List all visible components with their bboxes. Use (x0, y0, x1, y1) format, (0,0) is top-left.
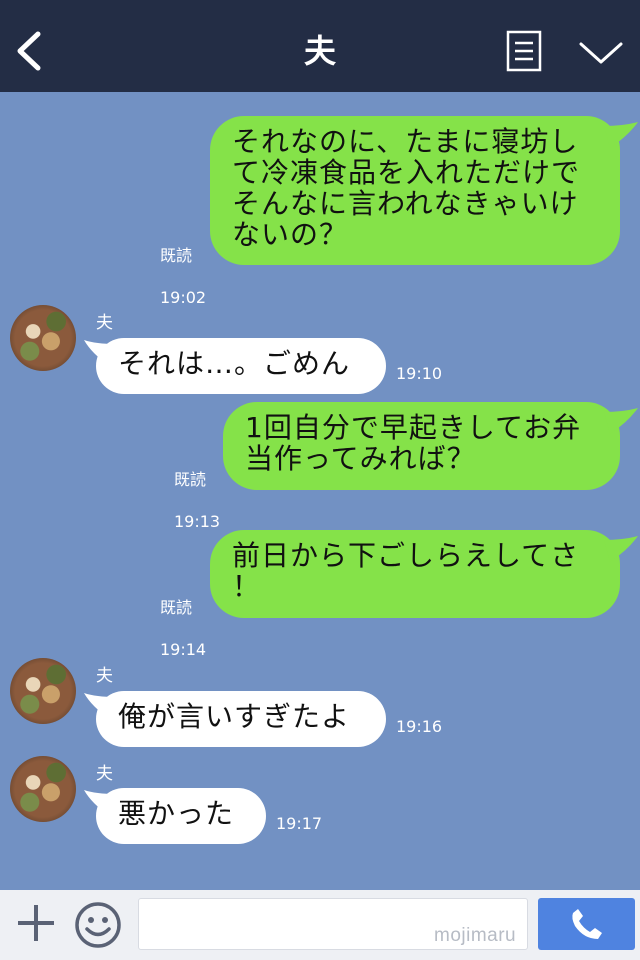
read-label: 既読 (174, 470, 207, 489)
received-message-bubble[interactable]: それは…。ごめん (96, 338, 386, 394)
sent-message-bubble[interactable]: それなのに、たまに寝坊し て冷凍食品を入れただけで そんなに言われなきゃいけ な… (210, 116, 620, 265)
message-time: 19:14 (160, 640, 207, 659)
received-message-bubble[interactable]: 俺が言いすぎたよ (96, 691, 386, 747)
message-time: 19:16 (396, 717, 443, 736)
avatar[interactable] (10, 658, 76, 724)
phone-icon (572, 909, 602, 939)
sent-message-bubble[interactable]: 1回自分で早起きしてお弁 当作ってみれば？ (223, 402, 620, 490)
bubble-tail (604, 536, 638, 562)
smile-icon[interactable] (74, 901, 122, 949)
sender-name: 夫 (96, 313, 113, 333)
sent-message-bubble[interactable]: 前日から下ごしらえしてさ ！ (210, 530, 620, 618)
avatar[interactable] (10, 756, 76, 822)
message-time: 19:17 (276, 814, 323, 833)
read-label: 既読 (160, 246, 193, 265)
message-read-status: 既読 19:13 (174, 448, 220, 532)
back-icon[interactable] (14, 30, 46, 72)
message-time: 19:10 (396, 364, 443, 383)
plus-icon[interactable] (16, 903, 56, 943)
read-label: 既読 (160, 598, 193, 617)
bubble-tail (604, 122, 638, 148)
message-time: 19:13 (174, 512, 221, 531)
received-message-bubble[interactable]: 悪かった (96, 788, 266, 844)
message-read-status: 既読 19:14 (160, 576, 206, 660)
sender-name: 夫 (96, 764, 113, 784)
call-button[interactable] (538, 898, 635, 950)
chat-header: 夫 (0, 0, 640, 92)
notes-icon[interactable] (506, 30, 542, 72)
message-read-status: 既読 19:02 (160, 224, 206, 308)
chat-title: 夫 (303, 32, 336, 70)
watermark-text: mojimaru (434, 925, 517, 946)
sender-name: 夫 (96, 666, 113, 686)
bubble-tail (604, 408, 638, 434)
chevron-down-icon[interactable] (578, 38, 624, 68)
message-time: 19:02 (160, 288, 207, 307)
avatar[interactable] (10, 305, 76, 371)
